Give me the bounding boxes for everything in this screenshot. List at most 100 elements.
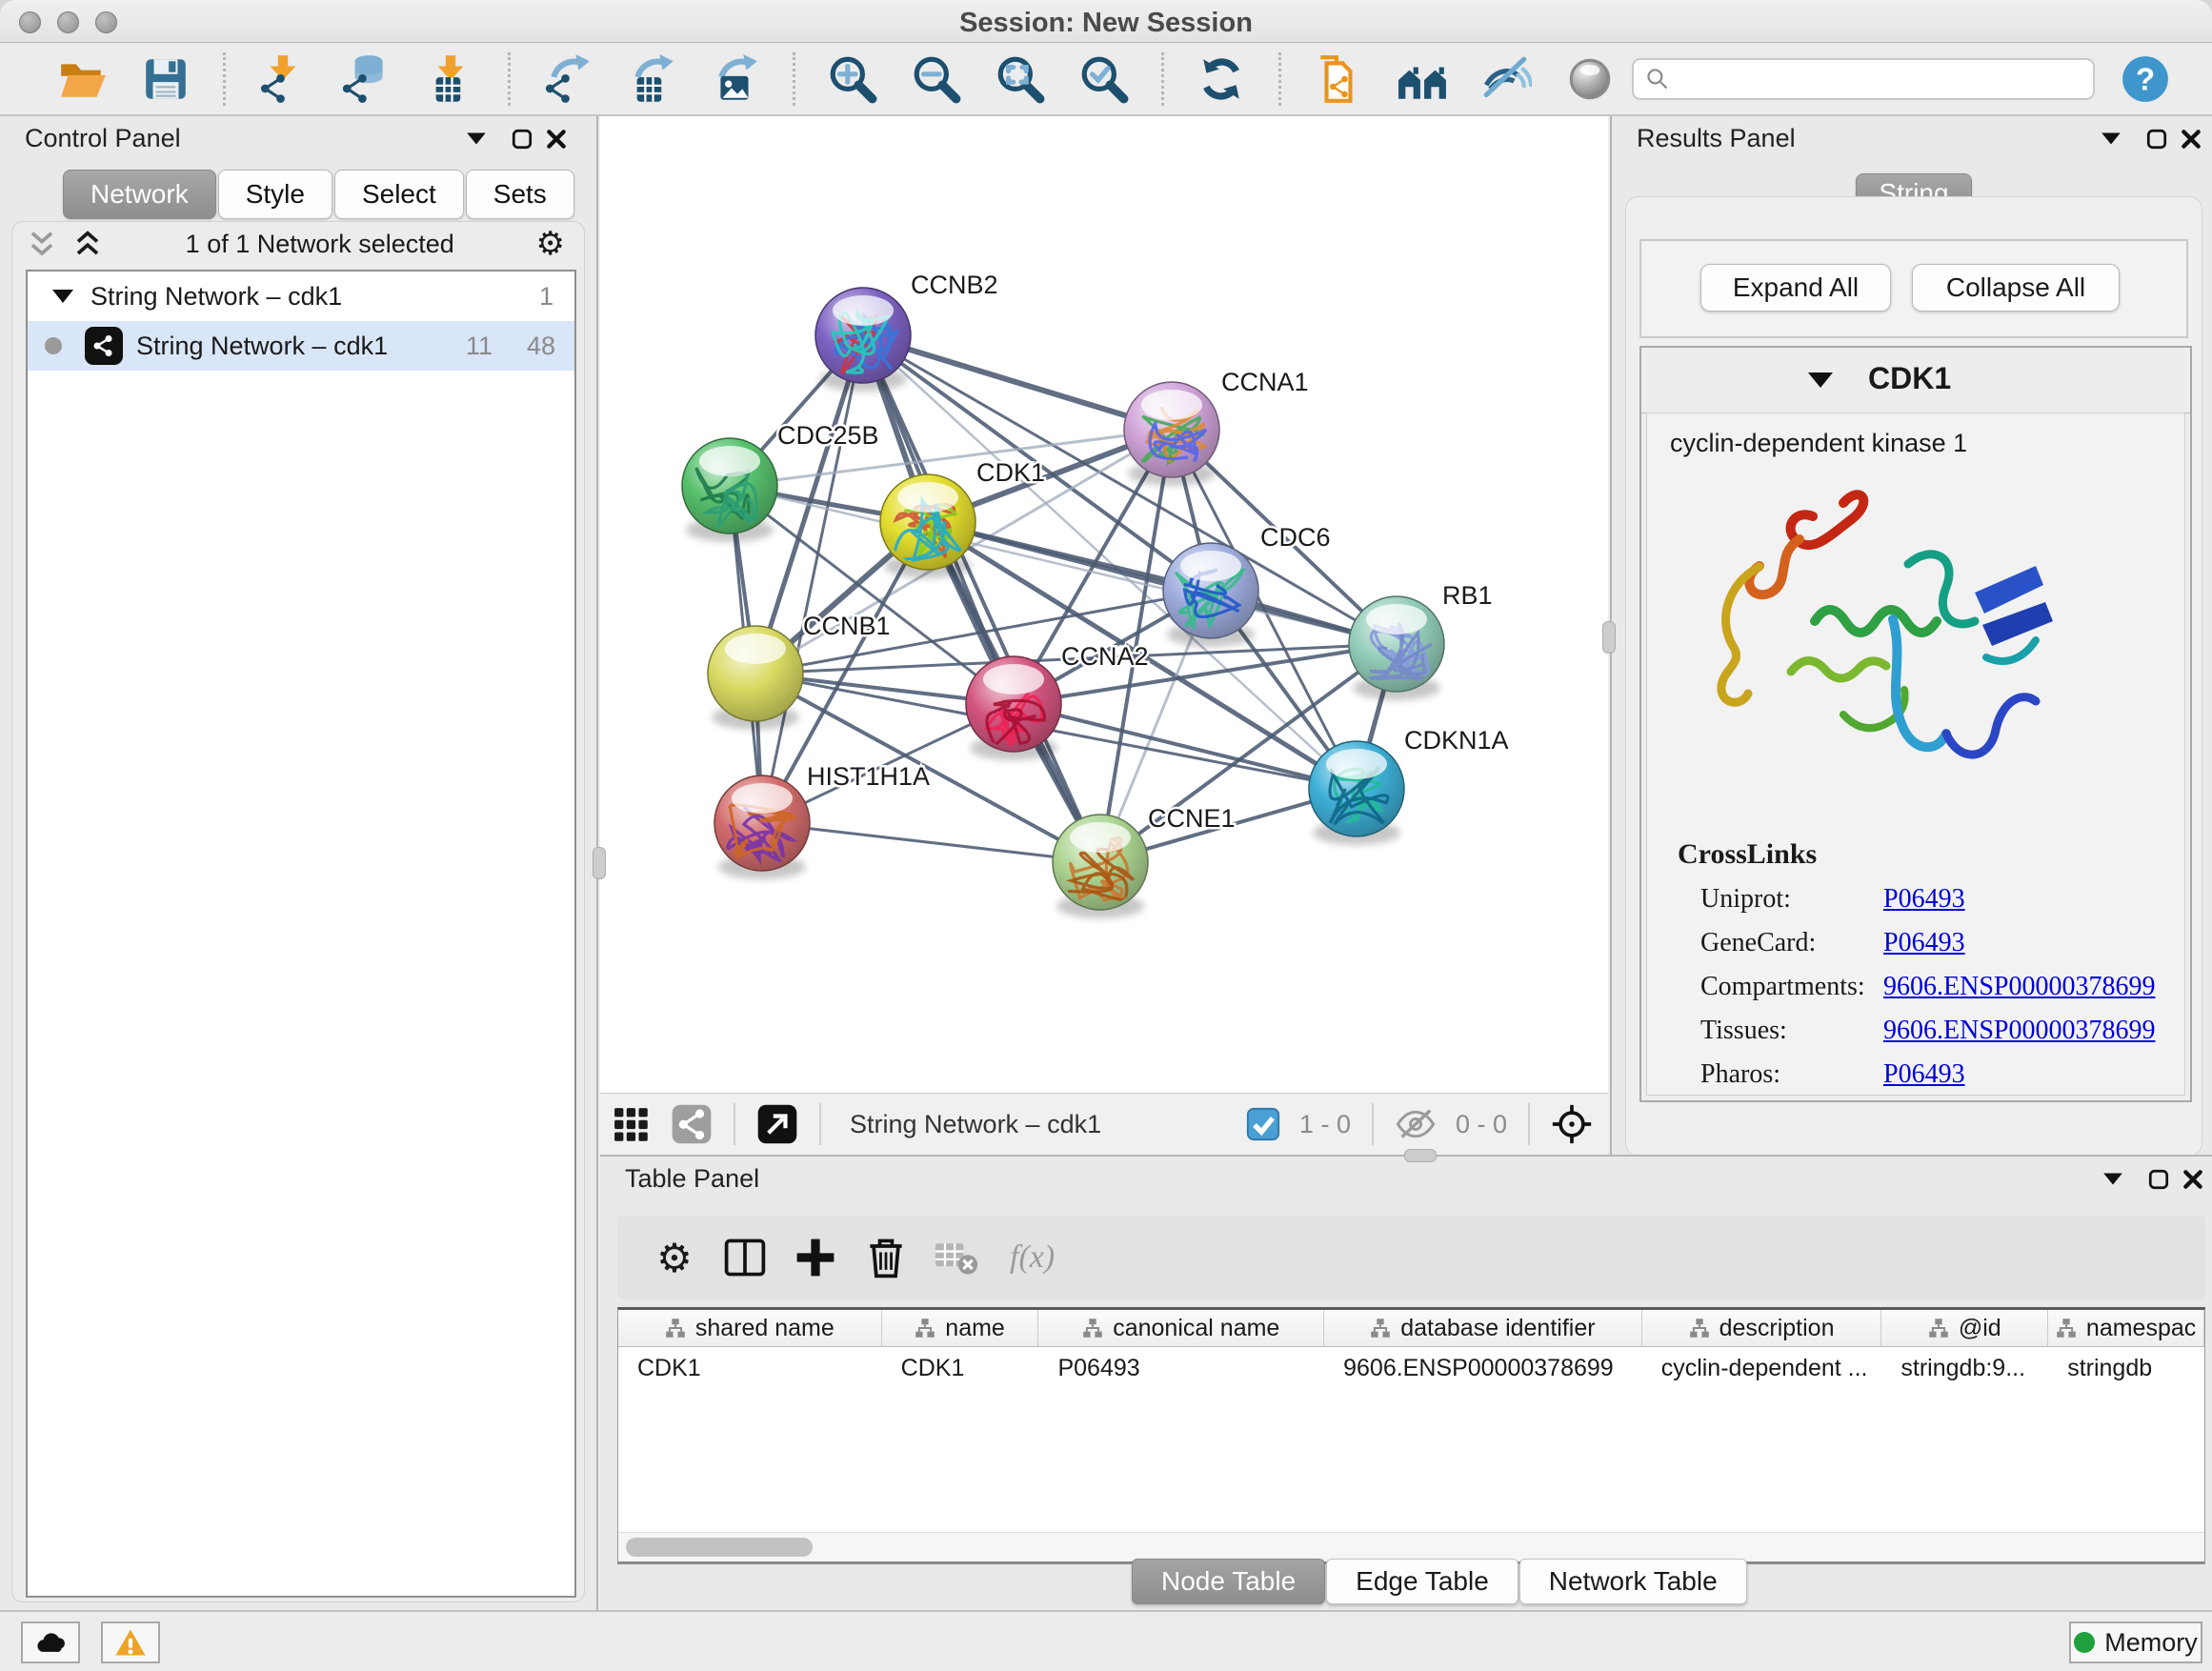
table-row[interactable]: CDK1CDK1P064939606.ENSP00000378699cyclin… [618, 1347, 2204, 1389]
network-row[interactable]: String Network – cdk1 11 48 [28, 321, 574, 371]
svg-text:?: ? [2136, 62, 2155, 97]
expand-all-button[interactable]: Expand All [1700, 264, 1891, 312]
gear-icon[interactable]: ⚙ [652, 1235, 697, 1280]
right-splitter-handle[interactable] [1602, 621, 1616, 654]
export-network-icon[interactable] [542, 53, 593, 105]
column-header-canonical-name[interactable]: canonical name [1038, 1310, 1324, 1346]
eye-wave-icon[interactable] [1480, 53, 1532, 105]
node-label-HIST1H1A: HIST1H1A [807, 762, 930, 791]
node-CDKN1A[interactable] [1309, 741, 1404, 845]
tab-network-table[interactable]: Network Table [1519, 1559, 1747, 1604]
zoom-fit-icon[interactable] [995, 53, 1046, 105]
panel-float-icon[interactable] [2145, 128, 2168, 151]
save-icon[interactable] [140, 53, 191, 105]
collection-expand-caret-icon[interactable] [52, 290, 73, 303]
network-options-gear-icon[interactable]: ⚙ [536, 225, 565, 263]
external-link-icon[interactable] [756, 1103, 798, 1145]
search-box[interactable] [1632, 58, 2095, 100]
eye-hidden-icon[interactable] [1395, 1108, 1437, 1140]
birdseye-icon[interactable] [1551, 1103, 1593, 1145]
column-header-name[interactable]: name [882, 1310, 1039, 1346]
scrollbar-thumb[interactable] [626, 1538, 813, 1557]
node-CCNB2[interactable] [815, 288, 911, 392]
crosslink-link[interactable]: P06493 [1883, 928, 1965, 958]
delete-column-icon[interactable] [863, 1235, 909, 1280]
panel-close-icon[interactable] [2182, 1168, 2204, 1191]
crosslink-link[interactable]: P06493 [1883, 884, 1965, 915]
cloud-button[interactable] [21, 1621, 80, 1663]
panel-collapse-icon[interactable] [2100, 128, 2122, 151]
column-header-database-identifier[interactable]: database identifier [1324, 1310, 1642, 1346]
left-splitter-handle[interactable] [593, 847, 606, 879]
crosslink-label: Compartments: [1700, 972, 1883, 1002]
sphere-icon[interactable] [1564, 53, 1616, 105]
tab-sets[interactable]: Sets [466, 170, 574, 219]
node-CCNA2[interactable] [966, 656, 1061, 760]
export-table-icon[interactable] [626, 53, 677, 105]
export-image-icon[interactable] [710, 53, 761, 105]
network-graph[interactable]: CCNB2CCNA1CDC25BCDK1CDC6RB1CCNB1CCNA2CDK… [600, 116, 1608, 1092]
tab-node-table[interactable]: Node Table [1132, 1559, 1325, 1604]
control-panel: Control Panel NetworkStyleSelectSets 1 o… [0, 116, 598, 1610]
gene-description: cyclin-dependent kinase 1 [1670, 429, 1967, 458]
horizontal-scrollbar[interactable] [618, 1532, 2204, 1561]
houses-icon[interactable] [1397, 53, 1448, 105]
import-database-icon[interactable] [341, 53, 392, 105]
network-collection-row[interactable]: String Network – cdk1 1 [28, 272, 574, 321]
share-icon[interactable] [671, 1103, 713, 1145]
node-CDC25B[interactable] [682, 438, 777, 542]
zoom-out-icon[interactable] [911, 53, 962, 105]
node-RB1[interactable] [1349, 596, 1444, 700]
column-header-namespac[interactable]: namespac [2048, 1310, 2204, 1346]
selected-checkbox[interactable] [1246, 1107, 1280, 1141]
zoom-selected-icon[interactable] [1078, 53, 1130, 105]
zoom-in-icon[interactable] [827, 53, 878, 105]
add-column-icon[interactable] [793, 1235, 838, 1280]
cytoscape-window: Session: New Session ? Control [0, 0, 2212, 1671]
panel-close-icon[interactable] [545, 128, 568, 151]
import-table-icon[interactable] [425, 53, 476, 105]
node-CCNB1[interactable] [708, 626, 803, 730]
node-label-CCNA2: CCNA2 [1061, 642, 1149, 671]
columns-icon[interactable] [722, 1235, 768, 1280]
warning-button[interactable] [101, 1621, 160, 1663]
collapse-all-button[interactable]: Collapse All [1912, 264, 2120, 312]
tab-style[interactable]: Style [218, 170, 332, 219]
expand-all-networks-icon[interactable] [71, 230, 104, 258]
document-share-icon[interactable] [1313, 53, 1364, 105]
column-header-@id[interactable]: @id [1881, 1310, 2048, 1346]
tab-edge-table[interactable]: Edge Table [1326, 1559, 1518, 1604]
node-CCNE1[interactable] [1053, 815, 1148, 918]
grid-icon[interactable] [610, 1103, 652, 1145]
panel-collapse-icon[interactable] [2101, 1168, 2124, 1191]
panel-float-icon[interactable] [511, 128, 533, 151]
help-icon[interactable]: ? [2120, 53, 2171, 105]
refresh-icon[interactable] [1196, 53, 1247, 105]
node-HIST1H1A[interactable] [714, 775, 810, 879]
panel-close-icon[interactable] [2180, 128, 2202, 151]
column-header-shared-name[interactable]: shared name [618, 1310, 882, 1346]
node-label-CDKN1A: CDKN1A [1404, 726, 1509, 755]
crosslink-link[interactable]: P06493 [1883, 1059, 1965, 1090]
collapse-all-networks-icon[interactable] [26, 230, 58, 258]
gene-section-header[interactable]: CDK1 [1641, 348, 2190, 413]
import-network-icon[interactable] [257, 53, 309, 105]
crosslink-link[interactable]: 9606.ENSP00000378699 [1883, 1016, 2155, 1046]
bottom-splitter-handle[interactable] [1404, 1149, 1437, 1162]
open-folder-icon[interactable] [56, 53, 108, 105]
warning-icon [114, 1626, 147, 1659]
crosslink-link[interactable]: 9606.ENSP00000378699 [1883, 972, 2155, 1002]
node-CCNA1[interactable] [1124, 382, 1219, 486]
node-CDK1[interactable] [880, 474, 975, 578]
panel-float-icon[interactable] [2147, 1168, 2170, 1191]
memory-button[interactable]: Memory [2069, 1621, 2202, 1663]
search-input[interactable] [1678, 63, 2081, 94]
results-panel-header: Results Panel [1612, 116, 2212, 160]
gene-collapse-caret-icon[interactable] [1808, 372, 1833, 388]
panel-collapse-icon[interactable] [465, 128, 488, 151]
column-header-description[interactable]: description [1642, 1310, 1882, 1346]
tab-select[interactable]: Select [334, 170, 464, 219]
node-CDC6[interactable] [1163, 543, 1258, 647]
tab-network[interactable]: Network [63, 170, 216, 219]
network-view[interactable]: CCNB2CCNA1CDC25BCDK1CDC6RB1CCNB1CCNA2CDK… [600, 116, 1608, 1155]
